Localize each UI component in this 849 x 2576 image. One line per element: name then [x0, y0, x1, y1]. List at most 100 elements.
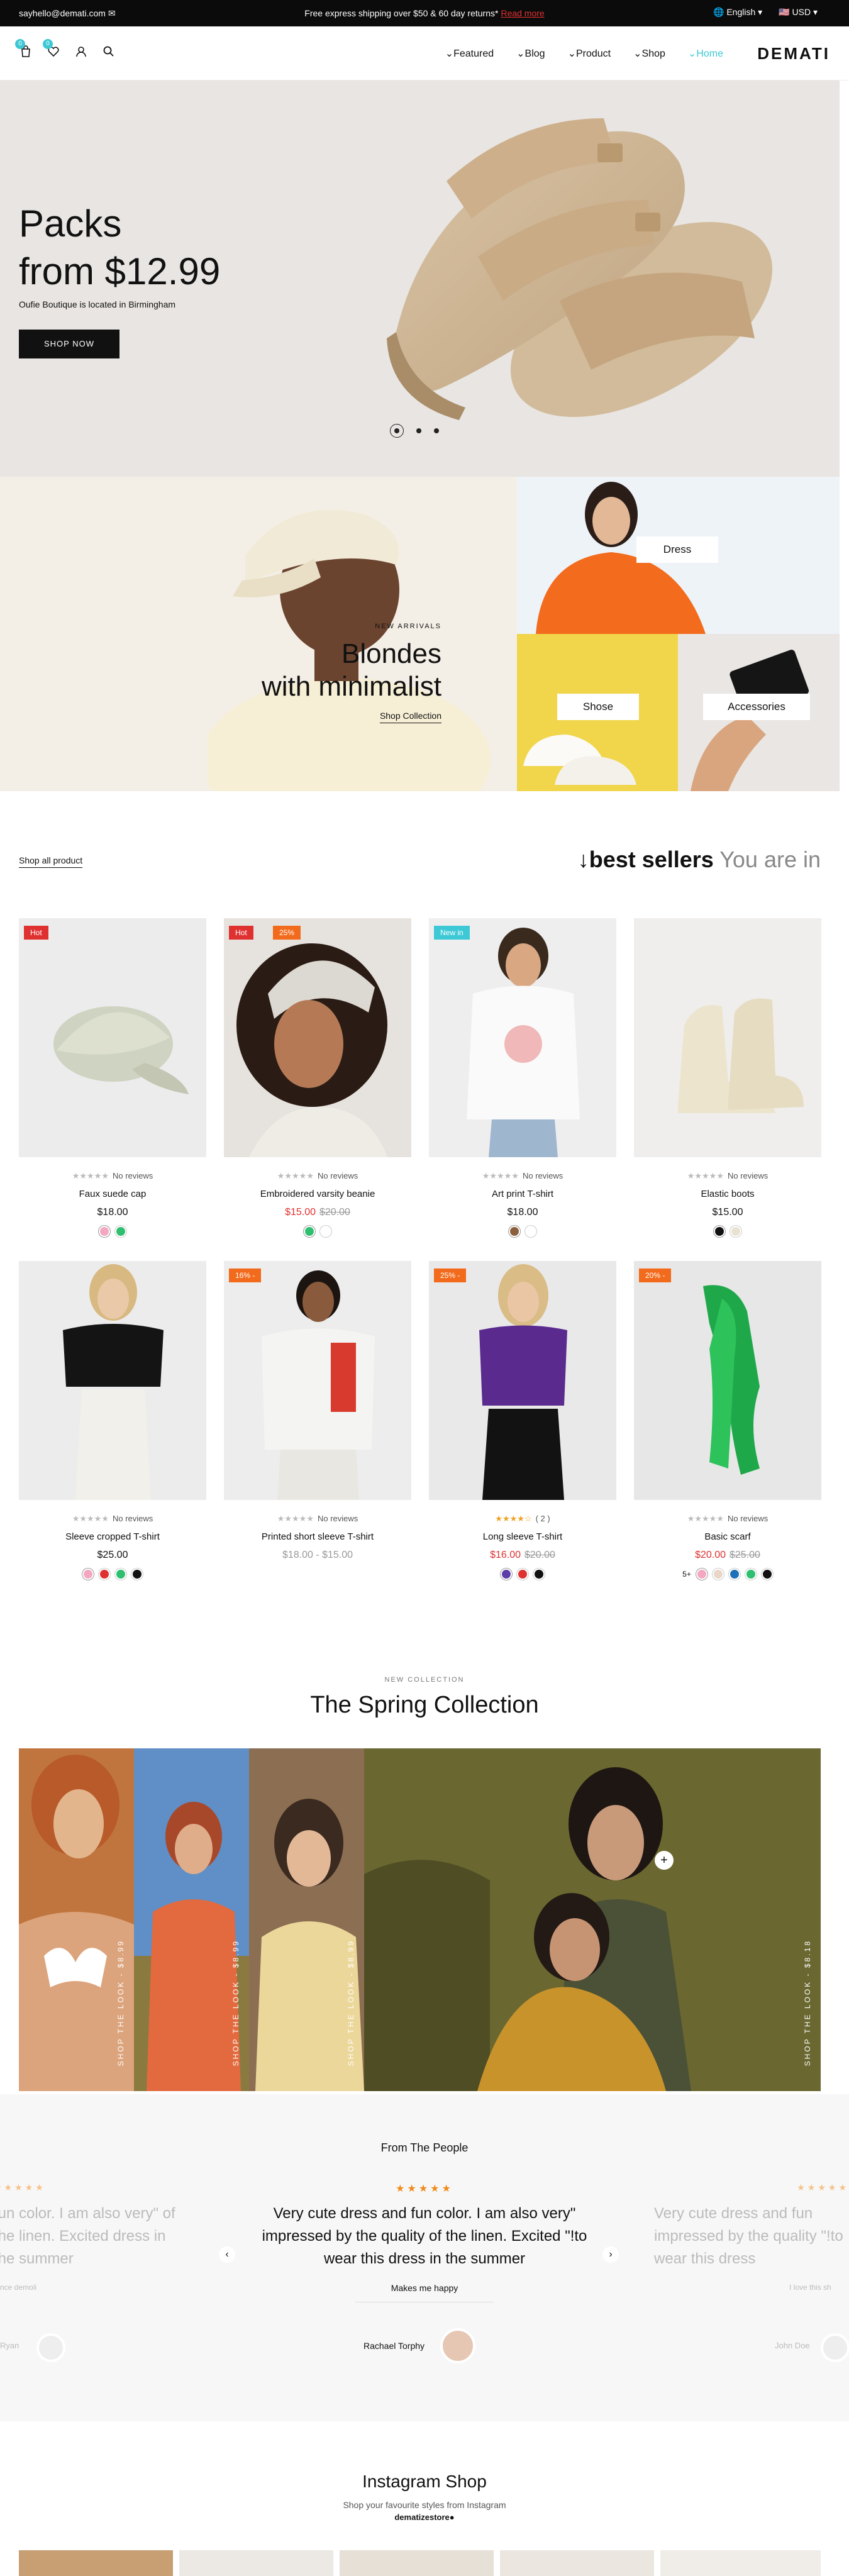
instagram-post-2[interactable]: [179, 2550, 333, 2576]
shop-collection-link[interactable]: Shop Collection: [379, 711, 441, 723]
right-testimonial-caption: I love this sh: [789, 2283, 831, 2292]
shoes-tile[interactable]: Shose: [517, 634, 678, 791]
color-swatch[interactable]: [115, 1226, 126, 1237]
nav-shop[interactable]: ⌄Shop: [633, 47, 665, 60]
color-swatch[interactable]: [761, 1568, 773, 1580]
product-name[interactable]: Elastic boots: [634, 1189, 821, 1199]
product-name[interactable]: Faux suede cap: [19, 1189, 206, 1199]
accessories-tile[interactable]: Accessories: [678, 634, 840, 791]
next-arrow-icon[interactable]: ›: [602, 2246, 619, 2263]
color-swatch[interactable]: [714, 1226, 725, 1237]
product-image[interactable]: Hot: [19, 918, 206, 1157]
product-card[interactable]: Hot 25% ★★★★★ No reviews Embroidered varsi…: [224, 918, 411, 1237]
color-swatch[interactable]: [728, 1568, 740, 1580]
cart-count-badge: 0: [15, 39, 25, 49]
instagram-post-3[interactable]: [340, 2550, 494, 2576]
color-swatch[interactable]: [99, 1226, 110, 1237]
spring-title: The Spring Collection: [310, 1692, 539, 1718]
author-avatar: [440, 2328, 475, 2363]
language-select[interactable]: 🌐 English ▾: [713, 7, 762, 18]
currency-select[interactable]: 🇺🇸 USD ▾: [779, 7, 818, 18]
product-photo: [63, 1264, 164, 1500]
color-swatch[interactable]: [533, 1568, 545, 1580]
product-card[interactable]: 25% - ★★★★☆( 2 ) Long sleeve T-shirt $16…: [429, 1261, 616, 1580]
look-panel-1[interactable]: SHOP THE LOOK - $8.99: [19, 1748, 134, 2091]
wishlist-icon[interactable]: 0: [43, 39, 60, 59]
color-swatch[interactable]: [745, 1568, 757, 1580]
product-card[interactable]: ★★★★★ No reviews Elastic boots $15.00: [634, 918, 821, 1237]
color-swatch[interactable]: [696, 1568, 708, 1580]
left-testimonial-quote: fun color. I am also very" of the linen.…: [0, 2205, 175, 2267]
instagram-post-5[interactable]: [660, 2550, 821, 2576]
product-card[interactable]: 20% - ★★★★★ No reviews Basic scarf $20.00…: [634, 1261, 821, 1580]
product-name[interactable]: Basic scarf: [634, 1531, 821, 1542]
product-image[interactable]: 16% -: [224, 1261, 411, 1500]
color-swatch[interactable]: [501, 1568, 512, 1580]
color-swatch[interactable]: [525, 1226, 536, 1237]
product-image[interactable]: Hot 25%: [224, 918, 411, 1157]
cart-icon[interactable]: 0: [15, 39, 33, 59]
nav-product[interactable]: ⌄Product: [568, 47, 611, 60]
color-swatch[interactable]: [517, 1568, 528, 1580]
product-name[interactable]: Art print T-shirt: [429, 1189, 616, 1199]
product-card[interactable]: ★★★★★ No reviews Sleeve cropped T-shirt $…: [19, 1261, 206, 1580]
shop-now-button[interactable]: SHOP NOW: [19, 330, 119, 358]
product-image[interactable]: New in: [429, 918, 616, 1157]
product-name[interactable]: Long sleeve T-shirt: [429, 1531, 616, 1542]
nav-featured[interactable]: ⌄Featured: [445, 47, 494, 60]
dress-tag-button[interactable]: Dress: [636, 536, 718, 563]
dress-tile[interactable]: Dress: [517, 477, 840, 634]
product-card[interactable]: 16% - ★★★★★ No reviews Printed short slee…: [224, 1261, 411, 1568]
color-swatch[interactable]: [304, 1226, 315, 1237]
product-name[interactable]: Embroidered varsity beanie: [224, 1189, 411, 1199]
product-card[interactable]: Hot ★★★★★ No reviews Faux suede cap $18.0…: [19, 918, 206, 1237]
nav-blog[interactable]: ⌄Blog: [516, 47, 545, 60]
product-image[interactable]: 25% -: [429, 1261, 616, 1500]
product-price: $18.00: [507, 1207, 538, 1218]
prev-arrow-icon[interactable]: ‹: [219, 2246, 235, 2263]
product-rating: ★★★★★ No reviews: [72, 1171, 153, 1180]
product-label: 20% -: [639, 1269, 672, 1282]
color-swatch[interactable]: [712, 1568, 724, 1580]
color-swatch[interactable]: [115, 1568, 126, 1580]
site-header: 0 0 ⌄Featured ⌄Blog ⌄Product ⌄Shop ⌄Home…: [0, 26, 849, 80]
hero-title: Packs from $12.99: [19, 203, 221, 292]
slide-dot-1[interactable]: [390, 424, 404, 438]
color-swatch[interactable]: [82, 1568, 94, 1580]
product-image[interactable]: [634, 918, 821, 1157]
search-icon[interactable]: [102, 45, 116, 59]
slide-dot-2[interactable]: [416, 428, 421, 433]
nav-home[interactable]: ⌄Home: [688, 47, 723, 60]
product-name[interactable]: Printed short sleeve T-shirt: [224, 1531, 411, 1542]
color-swatch[interactable]: [99, 1568, 110, 1580]
instagram-handle[interactable]: dematizestore●: [0, 2512, 849, 2522]
sandals-image: [387, 118, 773, 420]
hotspot-plus-icon[interactable]: +: [655, 1851, 674, 1870]
instagram-post-4[interactable]: [500, 2550, 654, 2576]
more-colors[interactable]: 5+: [682, 1570, 691, 1579]
look-panel-3[interactable]: SHOP THE LOOK - $8.99: [249, 1748, 364, 2091]
color-swatch[interactable]: [320, 1226, 331, 1237]
product-grid: Hot ★★★★★ No reviews Faux suede cap $18.0…: [19, 918, 821, 1610]
accessories-tag-button[interactable]: Accessories: [703, 694, 810, 720]
right-testimonial-author: John Doe: [775, 2341, 810, 2350]
color-swatch[interactable]: [730, 1226, 741, 1237]
product-image[interactable]: 20% -: [634, 1261, 821, 1500]
product-name[interactable]: Sleeve cropped T-shirt: [19, 1531, 206, 1542]
spring-eyebrow: NEW COLLECTION: [384, 1676, 465, 1684]
product-card[interactable]: New in ★★★★★ No reviews Art print T-shirt…: [429, 918, 616, 1237]
color-swatch[interactable]: [509, 1226, 520, 1237]
product-image[interactable]: [19, 1261, 206, 1500]
look-panel-2[interactable]: SHOP THE LOOK - $8.99: [134, 1748, 249, 2091]
shop-all-product-link[interactable]: Shop all product: [19, 855, 83, 868]
testimonial-quote: Very cute dress and fun color. I am also…: [262, 2205, 587, 2267]
read-more-link[interactable]: Read more: [501, 8, 544, 18]
shoes-tag-button[interactable]: Shose: [557, 694, 639, 720]
account-icon[interactable]: [74, 45, 88, 59]
slide-dot-3[interactable]: [434, 428, 439, 433]
look-panel-4[interactable]: + SHOP THE LOOK - $8.18: [364, 1748, 821, 2091]
product-price: $18.00 - $15.00: [282, 1550, 353, 1560]
site-logo[interactable]: DEMATI: [757, 44, 830, 64]
instagram-post-1[interactable]: [19, 2550, 173, 2576]
color-swatch[interactable]: [131, 1568, 143, 1580]
